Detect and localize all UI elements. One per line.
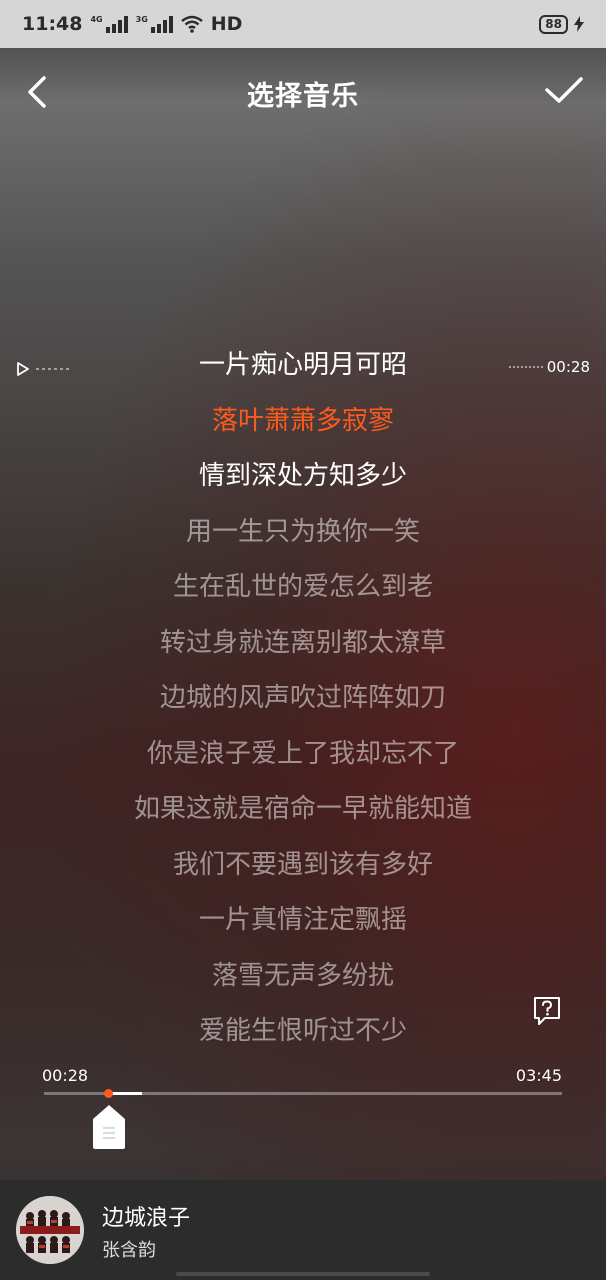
home-indicator: [176, 1272, 430, 1276]
signal-2-icon: 3G: [136, 15, 173, 33]
lyric-line[interactable]: 情到深处方知多少: [0, 449, 606, 505]
progress-playhead[interactable]: [103, 1089, 113, 1098]
lyric-line[interactable]: 你是浪子爱上了我却忘不了: [0, 727, 606, 783]
lyric-line[interactable]: 落雪无声多纷扰: [0, 949, 606, 1005]
current-time: 00:28: [42, 1066, 89, 1085]
lyric-line[interactable]: 一片痴心明月可昭: [0, 338, 606, 394]
page-title: 选择音乐: [247, 81, 359, 112]
charging-icon: [574, 16, 584, 32]
total-time: 03:45: [515, 1066, 562, 1085]
help-button[interactable]: [531, 995, 563, 1027]
header: 选择音乐: [0, 48, 606, 136]
song-title: 边城浪子: [102, 1206, 191, 1231]
lyric-line[interactable]: 我们不要遇到该有多好: [0, 838, 606, 894]
question-bubble-icon: [534, 997, 560, 1025]
lyric-line[interactable]: 用一生只为换你一笑: [0, 505, 606, 561]
confirm-button[interactable]: [542, 70, 586, 110]
lyric-line[interactable]: 边城的风声吹过阵阵如刀: [0, 671, 606, 727]
hd-label: HD: [210, 13, 243, 35]
drag-handle-icon: [93, 1105, 125, 1149]
lyric-line[interactable]: 一片真情注定飘摇: [0, 893, 606, 949]
lyric-line[interactable]: 落叶萧萧多寂寥: [0, 394, 606, 450]
signal-1-icon: 4G: [90, 15, 128, 33]
start-drag-handle[interactable]: [92, 1104, 126, 1150]
status-left: 11:48 4G 3G HD: [22, 13, 242, 35]
lyric-line[interactable]: 如果这就是宿命一早就能知道: [0, 782, 606, 838]
album-art-image: [16, 1196, 84, 1264]
now-playing-bar[interactable]: 边城浪子 张含韵: [0, 1180, 606, 1280]
lyrics-list[interactable]: 一片痴心明月可昭 落叶萧萧多寂寥 情到深处方知多少 用一生只为换你一笑 生在乱世的爱怎么…: [0, 338, 606, 1060]
status-right: 88: [539, 14, 584, 34]
check-icon: [545, 77, 583, 103]
lyric-line[interactable]: 转过身就连离别都太潦草: [0, 616, 606, 672]
song-artist: 张含韵: [102, 1240, 156, 1261]
battery-icon: 88: [539, 14, 568, 34]
status-time: 11:48: [22, 13, 83, 35]
album-art: [16, 1196, 84, 1264]
lyric-line[interactable]: 生在乱世的爱怎么到老: [0, 560, 606, 616]
status-bar: 11:48 4G 3G HD 88: [0, 0, 606, 48]
progress-selection: [108, 1092, 143, 1095]
lyric-line[interactable]: 爱能生恨听过不少: [0, 1004, 606, 1060]
wifi-icon: [180, 15, 203, 33]
